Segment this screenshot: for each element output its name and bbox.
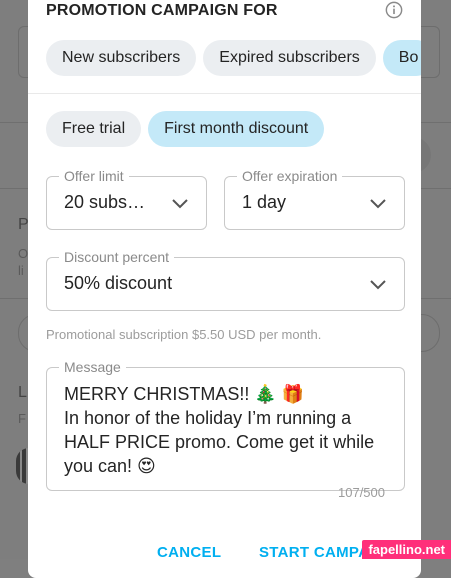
background-text: O	[18, 246, 29, 261]
message-line: In honor of the holiday I’m running a	[64, 408, 352, 428]
start-campaign-button[interactable]: START CAMPA	[259, 544, 369, 561]
message-text: MERRY CHRISTMAS!! 🎄 🎁 In honor of the ho…	[64, 382, 390, 478]
message-textarea[interactable]: Message MERRY CHRISTMAS!! 🎄 🎁 In honor o…	[46, 358, 405, 491]
message-line: you can! 😍	[64, 456, 156, 476]
divider	[28, 93, 421, 94]
offer-limit-label: Offer limit	[59, 167, 129, 185]
message-label: Message	[59, 358, 126, 376]
info-icon[interactable]	[385, 1, 403, 19]
offer-limit-value: 20 subs…	[64, 192, 146, 212]
audience-tabs: New subscribers Expired subscribers Bo	[46, 40, 421, 76]
tab-expired-subscribers[interactable]: Expired subscribers	[203, 40, 376, 76]
character-counter: 107/500	[338, 485, 385, 500]
price-helper-text: Promotional subscription $5.50 USD per m…	[46, 327, 322, 342]
discount-percent-value: 50% discount	[64, 273, 173, 293]
cancel-button[interactable]: CANCEL	[157, 544, 221, 561]
message-line: HALF PRICE promo. Come get it while	[64, 432, 375, 452]
background-text: F	[18, 411, 26, 426]
tab-new-subscribers[interactable]: New subscribers	[46, 40, 197, 76]
message-line: MERRY CHRISTMAS!! 🎄 🎁	[64, 384, 305, 404]
tab-both[interactable]: Bo	[382, 40, 421, 76]
offer-type-tabs: Free trial First month discount	[46, 111, 331, 147]
offer-expiration-value: 1 day	[242, 192, 287, 212]
offer-expiration-select[interactable]: Offer expiration 1 day	[224, 167, 405, 230]
promotion-campaign-dialog: PROMOTION CAMPAIGN FOR New subscribers Ex…	[28, 0, 421, 578]
watermark: fapellino.net	[362, 540, 451, 559]
background-text: L	[18, 384, 27, 401]
offer-free-trial[interactable]: Free trial	[46, 111, 142, 147]
chevron-down-icon	[370, 280, 386, 290]
dialog-title: PROMOTION CAMPAIGN FOR	[46, 2, 278, 19]
chevron-down-icon	[172, 199, 188, 209]
discount-percent-label: Discount percent	[59, 248, 175, 266]
chevron-down-icon	[370, 199, 386, 209]
offer-expiration-label: Offer expiration	[237, 167, 343, 185]
offer-limit-select[interactable]: Offer limit 20 subs…	[46, 167, 207, 230]
discount-percent-select[interactable]: Discount percent 50% discount	[46, 248, 405, 311]
offer-first-month-discount[interactable]: First month discount	[148, 111, 325, 147]
background-text: li	[18, 263, 24, 278]
